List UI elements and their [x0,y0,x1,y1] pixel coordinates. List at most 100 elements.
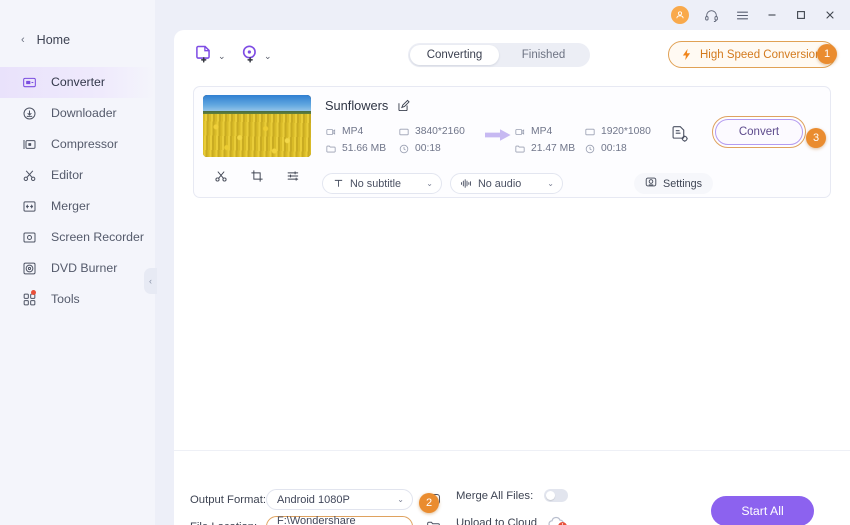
folder-icon[interactable] [426,519,441,525]
main-panel: ⌄ ⌄ Converting Finished High Speed Conve… [174,30,850,525]
add-disc-icon [241,44,260,68]
sidebar-item-label: Compressor [51,137,118,152]
sidebar-item-label: Merger [51,199,90,214]
file-card: Sunflowers MP4 51.66 MB 3840*2160 00:18 … [193,86,831,198]
sidebar-item-tools[interactable]: Tools [0,284,155,315]
step-badge-2: 2 [419,493,439,513]
compressor-icon [21,136,38,153]
resolution-icon [584,126,595,137]
hamburger-menu-icon[interactable] [733,6,751,24]
folder-size-icon [514,143,525,154]
target-size-value: 21.47 MB [531,143,576,154]
edit-pencil-icon[interactable] [397,99,410,112]
home-label: Home [36,33,71,47]
step-badge-3: 3 [806,128,826,148]
high-speed-conversion-label: High Speed Conversion [700,48,822,61]
conversion-arrow-icon [485,127,511,148]
merge-all-files-label: Merge All Files: [456,489,534,502]
card-settings-button[interactable]: Settings [634,173,714,194]
cloud-error-icon[interactable]: ! [548,516,568,525]
resolution-icon [398,126,409,137]
convert-button[interactable]: Convert [712,116,806,148]
source-duration: 00:18 [398,140,441,157]
file-location-label: File Location: [190,521,266,525]
video-format-icon [325,126,336,137]
audio-dropdown[interactable]: No audio ⌄ [450,173,563,194]
thumbnail-sunflower-field [203,114,311,157]
high-speed-conversion-button[interactable]: High Speed Conversion [668,41,837,68]
source-resolution-value: 3840*2160 [415,126,465,137]
sidebar-item-compressor[interactable]: Compressor [0,129,155,160]
clock-icon [398,143,409,154]
subtitle-value: No subtitle [350,177,402,190]
sidebar-item-label: Tools [51,292,80,307]
editor-scissors-icon [21,167,38,184]
source-resolution: 3840*2160 [398,123,465,140]
gear-settings-icon [645,176,657,191]
tab-converting[interactable]: Converting [410,45,499,65]
sidebar: ‹ Home Converter Downloader Compressor E… [0,0,157,525]
target-format: MP4 [514,123,552,140]
folder-size-icon [325,143,336,154]
sidebar-nav: Converter Downloader Compressor Editor M… [0,67,155,315]
sidebar-item-downloader[interactable]: Downloader [0,98,155,129]
chevron-down-icon: ⌄ [547,179,554,188]
sidebar-item-merger[interactable]: Merger [0,191,155,222]
video-thumbnail[interactable] [203,95,311,157]
source-size: 51.66 MB [325,140,386,157]
chevron-down-icon: ⌄ [264,50,272,61]
sidebar-item-label: Converter [51,75,105,90]
chevron-down-icon: ⌄ [426,179,433,188]
source-size-value: 51.66 MB [342,143,387,154]
output-format-row: Output Format: Android 1080P ⌄ 2 [190,489,441,513]
card-settings-label: Settings [663,177,703,190]
target-resolution-value: 1920*1080 [601,126,651,137]
file-name: Sunflowers [325,98,389,113]
sidebar-item-converter[interactable]: Converter [0,67,155,98]
output-format-value: Android 1080P [277,493,350,506]
file-settings-icon[interactable] [671,125,690,149]
sidebar-item-label: Editor [51,168,84,183]
home-back-button[interactable]: ‹ Home [0,27,155,53]
target-size: 21.47 MB [514,140,575,157]
sidebar-item-screen-recorder[interactable]: Screen Recorder [0,222,155,253]
close-button[interactable] [822,7,838,23]
headset-icon[interactable] [702,6,720,24]
sidebar-item-editor[interactable]: Editor [0,160,155,191]
collapse-chevron-icon: ‹ [149,276,152,286]
audio-wave-icon [460,178,472,190]
source-format: MP4 [325,123,363,140]
start-all-button[interactable]: Start All [711,496,814,525]
upload-to-cloud-option[interactable]: Upload to Cloud ! [456,516,568,525]
view-tabs: Converting Finished [408,43,590,67]
merge-all-files-option: Merge All Files: [456,489,569,502]
target-format-value: MP4 [531,126,553,137]
converter-icon [21,74,38,91]
file-location-row: File Location: F:\Wondershare UniConvert… [190,515,441,525]
sidebar-item-dvd-burner[interactable]: DVD Burner [0,253,155,284]
source-duration-value: 00:18 [415,143,441,154]
thumbnail-sky [203,95,311,112]
minimize-button[interactable] [764,7,780,23]
sidebar-collapse-handle[interactable]: ‹ [144,268,157,294]
target-duration: 00:18 [584,140,627,157]
chevron-down-icon: ⌄ [397,495,404,504]
merge-all-files-toggle[interactable] [544,489,569,502]
add-disc-button[interactable]: ⌄ [241,44,272,68]
file-location-select[interactable]: F:\Wondershare UniConverter 1 ⌄ [266,515,413,525]
sidebar-item-label: Downloader [51,106,117,121]
user-avatar[interactable] [671,6,689,24]
maximize-button[interactable] [793,7,809,23]
output-format-select[interactable]: Android 1080P ⌄ 2 [266,489,439,513]
tab-finished[interactable]: Finished [499,45,588,65]
app-window: ‹ Home Converter Downloader Compressor E… [0,0,850,525]
add-file-button[interactable]: ⌄ [195,44,226,68]
subtitle-dropdown[interactable]: No subtitle ⌄ [322,173,442,194]
converter-toolbar: ⌄ ⌄ Converting Finished High Speed Conve… [174,30,850,82]
sidebar-item-label: Screen Recorder [51,230,144,245]
source-format-value: MP4 [342,126,364,137]
output-format-label: Output Format: [190,493,266,506]
step-badge-1: 1 [817,44,837,64]
lightning-bolt-icon [680,48,693,61]
screen-recorder-icon [21,229,38,246]
